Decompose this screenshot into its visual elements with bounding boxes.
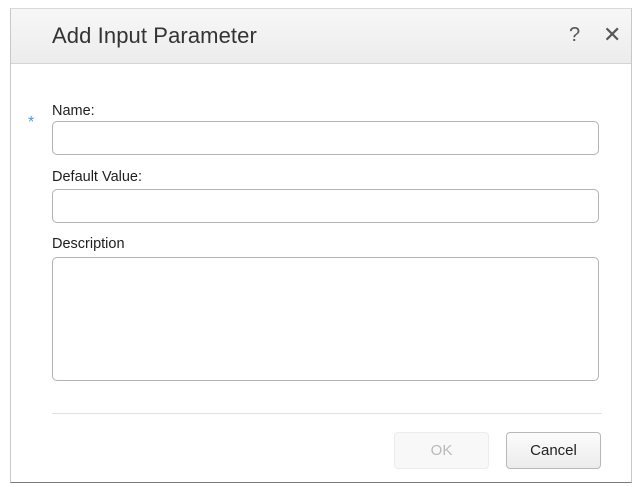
dialog-title-bar: Add Input Parameter ? ✕ (11, 9, 631, 64)
footer-divider (52, 413, 602, 414)
name-label: Name: (52, 103, 95, 119)
add-input-parameter-dialog: Add Input Parameter ? ✕ * Name: Default … (10, 8, 632, 483)
name-input[interactable] (52, 121, 599, 155)
help-icon[interactable]: ? (569, 24, 580, 46)
cancel-button[interactable]: Cancel (506, 432, 601, 469)
default-value-input[interactable] (52, 189, 599, 223)
ok-button[interactable]: OK (394, 432, 489, 469)
required-field-indicator: * (28, 114, 35, 131)
close-icon[interactable]: ✕ (603, 24, 621, 46)
description-label: Description (52, 236, 125, 252)
default-value-label: Default Value: (52, 169, 143, 185)
description-textarea[interactable] (52, 257, 599, 381)
dialog-title: Add Input Parameter (52, 23, 257, 48)
